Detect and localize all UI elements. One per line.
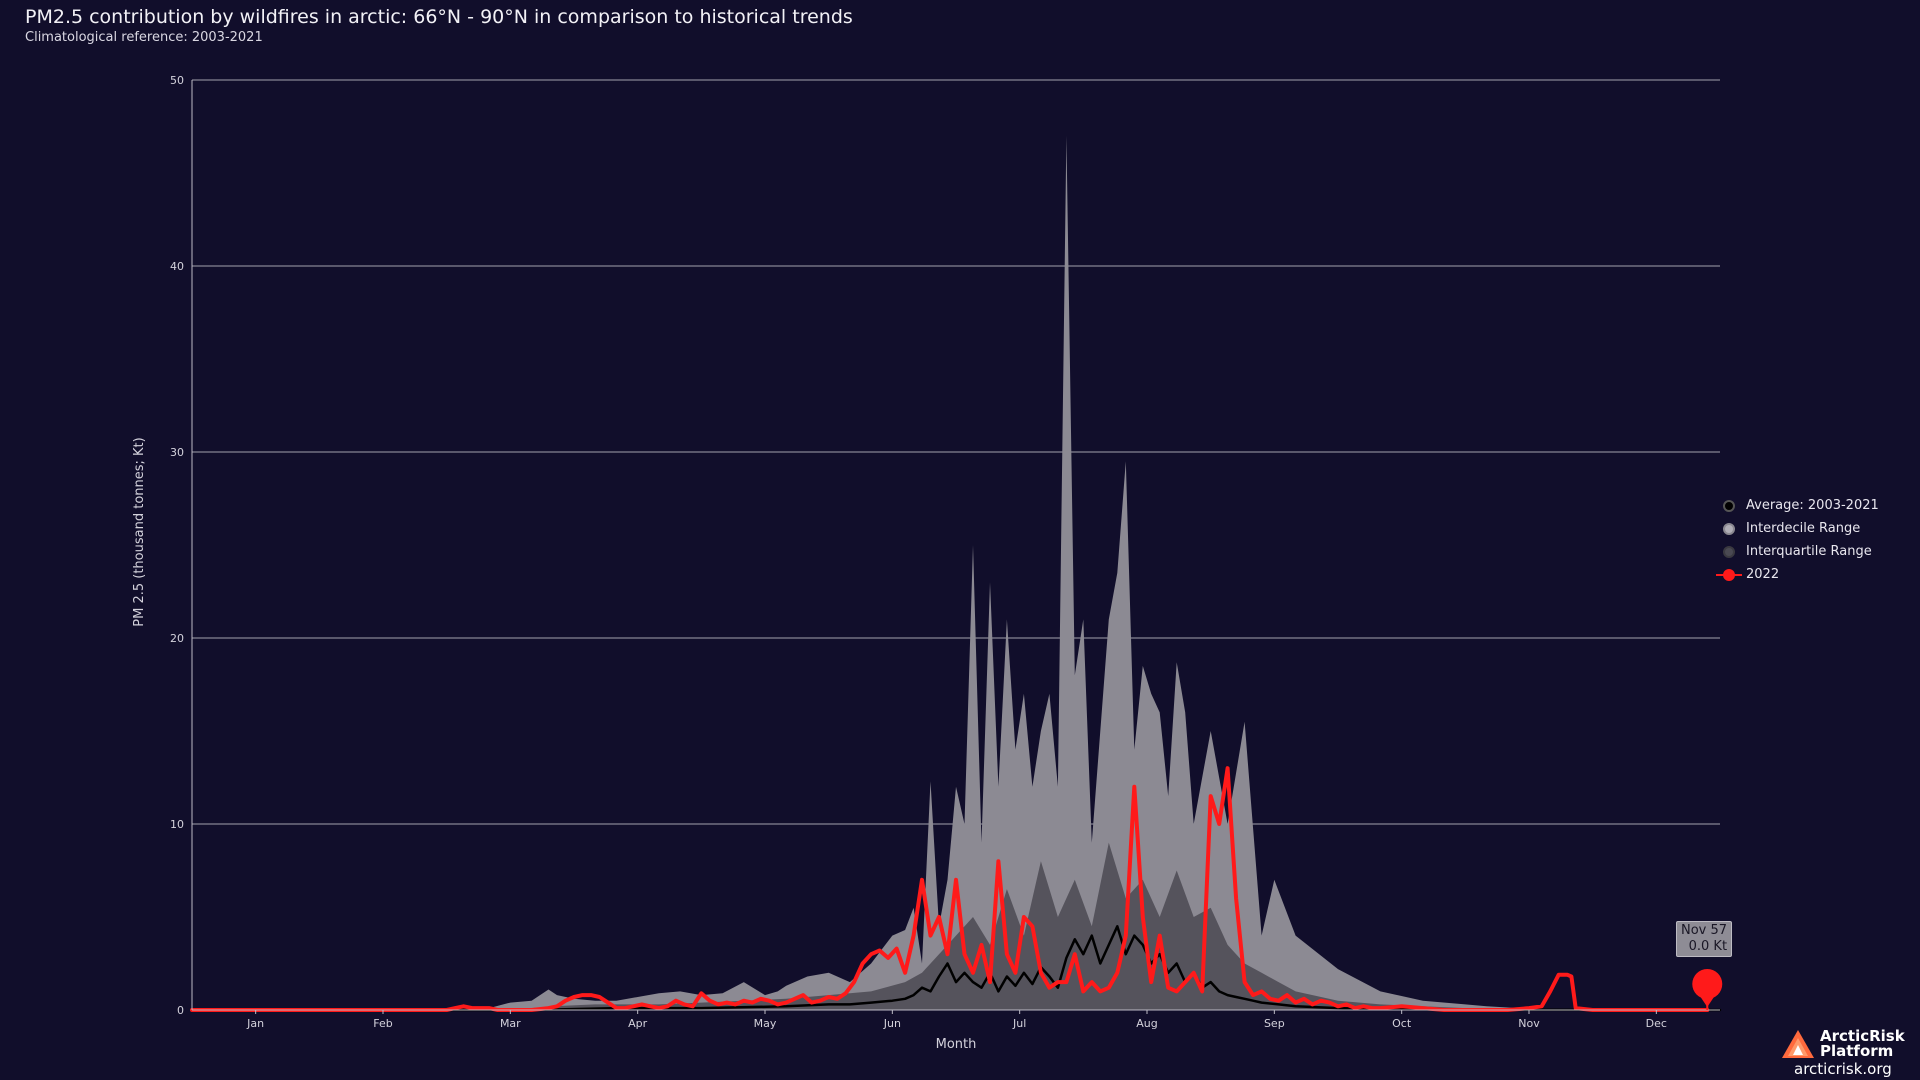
x-tick-label: Aug: [1136, 1017, 1157, 1030]
logo-triangle-icon: [1782, 1030, 1814, 1058]
x-tick-label: Dec: [1646, 1017, 1667, 1030]
y-tick-label: 40: [170, 260, 184, 273]
logo-url[interactable]: arcticrisk.org: [1794, 1060, 1892, 1078]
logo-name-line2: Platform: [1820, 1042, 1894, 1060]
arcticrisk-logo[interactable]: ArcticRisk Platform: [1780, 1028, 1905, 1064]
x-tick-label: Jun: [883, 1017, 901, 1030]
legend: Average: 2003-2021 Interdecile Range Inter…: [1716, 494, 1879, 586]
legend-item[interactable]: 2022: [1716, 563, 1879, 586]
axis-layer: 0 10 20 30 40 50 Jan Feb Mar Apr May Jun Jul Aug Sep Oc…: [170, 74, 1720, 1030]
legend-symbol-icon: [1716, 522, 1742, 536]
legend-label: Interdecile Range: [1746, 521, 1861, 536]
legend-item[interactable]: Average: 2003-2021: [1716, 494, 1879, 517]
chart-area: 0 10 20 30 40 50 Jan Feb Mar Apr May Jun Jul Aug Sep Oc…: [132, 74, 1723, 1052]
marker-layer: [1692, 969, 1723, 1010]
legend-symbol-icon: [1716, 499, 1742, 513]
x-tick-label: Mar: [500, 1017, 521, 1030]
legend-label: 2022: [1746, 567, 1780, 582]
x-tick-label: May: [754, 1017, 777, 1030]
current-marker-pointer: [1697, 992, 1718, 1007]
legend-label: Interquartile Range: [1746, 544, 1872, 559]
legend-symbol-icon: [1716, 568, 1742, 582]
tooltip-date: Nov 57: [1681, 923, 1728, 938]
y-tick-label: 10: [170, 818, 184, 831]
tooltip-value: 0.0 Kt: [1688, 939, 1728, 954]
x-tick-label: Jan: [246, 1017, 264, 1030]
legend-label: Average: 2003-2021: [1746, 498, 1879, 513]
x-axis-label: Month: [936, 1037, 977, 1052]
legend-symbol-icon: [1716, 545, 1742, 559]
legend-item[interactable]: Interdecile Range: [1716, 517, 1879, 540]
x-tick-label: Nov: [1518, 1017, 1540, 1030]
y-tick-label: 20: [170, 632, 184, 645]
legend-item[interactable]: Interquartile Range: [1716, 540, 1879, 563]
y-tick-label: 0: [177, 1004, 184, 1017]
hover-tooltip: Nov 57 0.0 Kt: [1676, 921, 1733, 957]
x-tick-label: Sep: [1264, 1017, 1285, 1030]
y-tick-label: 50: [170, 74, 184, 87]
x-tick-label: Oct: [1392, 1017, 1412, 1030]
y-axis-label: PM 2.5 (thousand tonnes; Kt): [132, 437, 147, 626]
x-tick-label: Jul: [1012, 1017, 1026, 1030]
x-tick-label: Feb: [373, 1017, 392, 1030]
y-tick-label: 30: [170, 446, 184, 459]
logo-text: ArcticRisk Platform: [1820, 1029, 1905, 1059]
x-tick-label: Apr: [628, 1017, 648, 1030]
